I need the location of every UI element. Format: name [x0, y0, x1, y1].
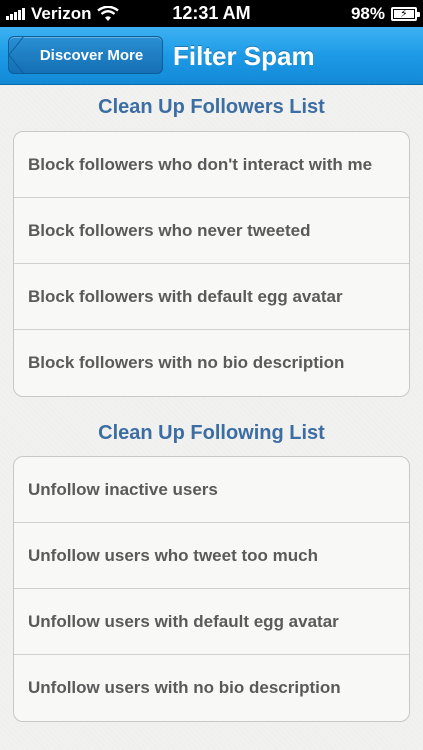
status-bar: Verizon 12:31 AM 98% ⚡ — [0, 0, 423, 27]
list-item[interactable]: Block followers with no bio description — [14, 330, 409, 396]
followers-list-group: Block followers who don't interact with … — [13, 131, 410, 397]
battery-percentage: 98% — [350, 3, 385, 23]
section-header-following: Clean Up Following List — [98, 422, 325, 444]
list-item[interactable]: Unfollow users who tweet too much — [14, 523, 409, 589]
list-item[interactable]: Block followers who don't interact with … — [14, 132, 409, 198]
list-item[interactable]: Unfollow users with default egg avatar — [14, 589, 409, 655]
back-arrow-icon — [8, 36, 24, 74]
back-button-label: Discover More — [39, 46, 144, 64]
section-header-followers: Clean Up Followers List — [98, 96, 325, 118]
following-list-group: Unfollow inactive users Unfollow users w… — [13, 456, 410, 722]
status-right: 98% ⚡ — [350, 0, 420, 27]
list-item[interactable]: Unfollow inactive users — [14, 457, 409, 523]
list-item[interactable]: Block followers with default egg avatar — [14, 264, 409, 330]
list-item[interactable]: Unfollow users with no bio description — [14, 655, 409, 721]
page-title: Filter Spam — [173, 41, 315, 71]
back-button[interactable]: Discover More — [8, 36, 163, 74]
battery-charging-icon: ⚡ — [391, 6, 420, 21]
navigation-bar: Discover More Filter Spam — [0, 27, 423, 85]
list-item[interactable]: Block followers who never tweeted — [14, 198, 409, 264]
